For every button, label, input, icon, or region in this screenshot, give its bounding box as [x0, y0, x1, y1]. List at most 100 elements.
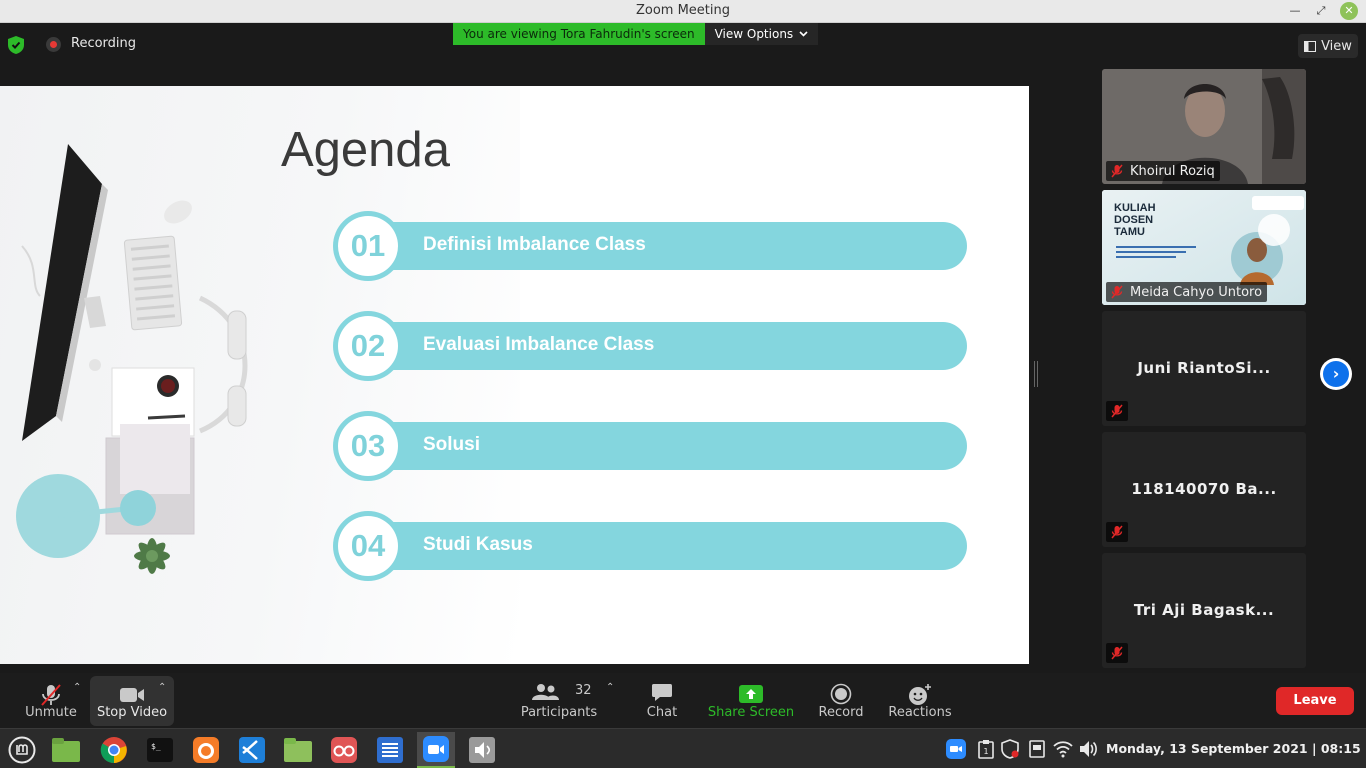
video-text-line: TAMU [1114, 226, 1145, 238]
record-icon [830, 683, 852, 705]
meeting-controls: Unmute ⌃ Stop Video ⌃ 32 Participants ⌃ [0, 673, 1366, 728]
participants-label: Participants [520, 705, 598, 720]
participant-name: 118140070 Ba... [1131, 480, 1277, 498]
chevron-up-icon[interactable]: ⌃ [73, 682, 81, 693]
participant-tile[interactable]: Juni RiantoSi... [1102, 311, 1306, 426]
agenda-number: 01 [338, 216, 398, 276]
agenda-number-circle: 03 [333, 411, 403, 481]
recording-label: Recording [71, 36, 137, 51]
participant-name: Khoirul Roziq [1130, 163, 1215, 179]
close-button[interactable]: ✕ [1340, 2, 1358, 20]
agenda-item: 04 Studi Kasus [333, 511, 968, 581]
svg-text:$_: $_ [151, 742, 161, 751]
slide-title: Agenda [281, 123, 450, 177]
participant-tile[interactable]: Tri Aji Bagask... [1102, 553, 1306, 668]
chat-label: Chat [646, 705, 678, 720]
reactions-icon [909, 684, 931, 705]
wifi-icon[interactable] [1053, 739, 1073, 759]
participant-name: Tri Aji Bagask... [1133, 601, 1275, 619]
leave-button[interactable]: Leave [1276, 687, 1354, 715]
restore-button[interactable]: ⤢ [1312, 2, 1330, 20]
mic-muted-icon [41, 684, 61, 706]
agenda-label: Solusi [423, 434, 481, 455]
clipboard-icon[interactable]: 1 [976, 739, 996, 759]
text-editor-app[interactable] [371, 732, 409, 768]
reactions-button[interactable]: Reactions [884, 676, 956, 726]
video-camera-icon [120, 688, 144, 702]
chrome-app[interactable] [95, 732, 133, 768]
viewing-text: You are viewing Tora Fahrudin's screen [453, 23, 705, 45]
participant-tile[interactable]: 118140070 Ba... [1102, 432, 1306, 547]
glasses-icon [331, 737, 357, 763]
agenda-number: 03 [338, 416, 398, 476]
video-text-line: DOSEN [1114, 214, 1154, 226]
sound-icon [469, 737, 495, 763]
mic-muted-icon [1111, 404, 1123, 418]
share-screen-button[interactable]: Share Screen [706, 676, 796, 726]
participant-tile[interactable]: Khoirul Roziq [1102, 69, 1306, 184]
taskbar: $_ 1 Monday, 13 September 2021 | 08:15 [0, 728, 1366, 768]
viewing-banner: You are viewing Tora Fahrudin's screen V… [453, 23, 819, 45]
chevron-up-icon[interactable]: ⌃ [158, 682, 166, 693]
mic-muted-icon [1111, 525, 1123, 539]
reactions-label: Reactions [888, 705, 952, 720]
terminal-app[interactable]: $_ [141, 732, 179, 768]
agenda-item: 03 Solusi [333, 411, 968, 481]
clock-datetime[interactable]: Monday, 13 September 2021 | 08:15 [1106, 741, 1361, 756]
recording-icon [46, 37, 61, 52]
share-screen-label: Share Screen [707, 705, 795, 720]
agenda-number-circle: 02 [333, 311, 403, 381]
video-overlay-text: KULIAH DOSEN TAMU [1114, 202, 1156, 238]
unmute-label: Unmute [25, 705, 77, 720]
vscode-app[interactable] [233, 732, 271, 768]
panel-splitter-handle[interactable] [1034, 361, 1038, 387]
view-button[interactable]: View [1298, 34, 1358, 58]
chevron-right-icon: › [1323, 361, 1349, 387]
mic-muted-icon [1111, 646, 1123, 660]
glasses-app[interactable] [325, 732, 363, 768]
volume-icon[interactable] [1078, 739, 1098, 759]
meeting-area: Recording You are viewing Tora Fahrudin'… [0, 23, 1366, 673]
firefox-app[interactable] [187, 732, 225, 768]
participants-button[interactable]: 32 Participants [520, 676, 598, 726]
menu-button[interactable] [3, 732, 41, 768]
chevron-down-icon [799, 31, 808, 37]
shield-icon[interactable] [8, 36, 24, 54]
firefox-icon [193, 737, 219, 763]
folder-app[interactable] [279, 732, 317, 768]
agenda-number-circle: 04 [333, 511, 403, 581]
shared-screen-slide: Agenda 01 Definisi Imbalance Class 02 Ev… [0, 86, 1029, 664]
menu-icon [8, 736, 36, 764]
window-titlebar: Zoom Meeting — ⤢ ✕ [0, 0, 1366, 23]
agenda-label: Studi Kasus [423, 534, 533, 555]
terminal-icon: $_ [147, 738, 173, 762]
files-icon [52, 738, 80, 762]
chat-icon [652, 684, 672, 701]
participant-tile[interactable]: KULIAH DOSEN TAMU Meida Cahyo Untoro [1102, 190, 1306, 305]
gallery-next-button[interactable]: › [1320, 358, 1352, 390]
record-button[interactable]: Record [812, 676, 870, 726]
minimize-button[interactable]: — [1286, 2, 1304, 20]
update-shield-icon[interactable] [1000, 739, 1020, 759]
participant-badge [1106, 643, 1128, 663]
stop-video-label: Stop Video [96, 705, 168, 720]
text-editor-icon [377, 737, 403, 763]
agenda-label: Evaluasi Imbalance Class [423, 334, 655, 355]
view-options-label: View Options [714, 27, 794, 41]
zoom-tray-icon[interactable] [946, 739, 966, 759]
vscode-icon [239, 737, 265, 763]
agenda-number-circle: 01 [333, 211, 403, 281]
mic-muted-icon [1111, 164, 1123, 178]
participant-name: Juni RiantoSi... [1137, 359, 1271, 377]
display-icon[interactable] [1027, 739, 1047, 759]
agenda-number: 04 [338, 516, 398, 576]
chat-button[interactable]: Chat [638, 676, 686, 726]
files-app[interactable] [47, 732, 85, 768]
zoom-icon [423, 736, 449, 762]
chevron-up-icon[interactable]: ⌃ [606, 682, 614, 693]
agenda-number: 02 [338, 316, 398, 376]
participant-badge: Meida Cahyo Untoro [1106, 282, 1268, 302]
view-options-button[interactable]: View Options [704, 23, 819, 45]
zoom-app[interactable] [417, 732, 455, 768]
sound-app[interactable] [463, 732, 501, 768]
